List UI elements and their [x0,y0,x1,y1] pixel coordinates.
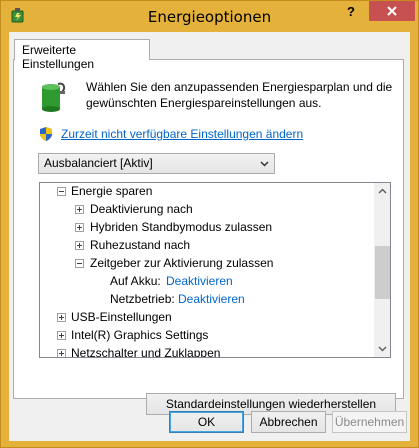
close-button[interactable] [369,1,415,21]
expand-icon[interactable] [75,241,84,250]
setting-value-auf-akku[interactable]: Deaktivieren [166,274,233,288]
expand-icon[interactable] [75,205,84,214]
collapse-icon[interactable] [75,259,84,268]
setting-label-auf-akku: Auf Akku: [110,274,161,288]
title-bar[interactable]: Energieoptionen ? [1,1,418,32]
setting-label-netzbetrieb: Netzbetrieb: [110,292,175,306]
tab-advanced-settings[interactable]: Erweiterte Einstellungen [14,39,150,71]
tree-scrollbar[interactable] [374,183,391,357]
uac-shield-icon [40,127,52,141]
expand-icon[interactable] [57,349,66,357]
apply-button[interactable]: Übernehmen [332,411,407,433]
scroll-down-icon[interactable] [374,340,391,357]
dialog-client-area: Erweiterte Einstellungen Wählen Sie den … [9,32,410,441]
scroll-thumb[interactable] [375,246,390,299]
battery-plan-icon [42,82,66,112]
setting-value-netzbetrieb[interactable]: Deaktivieren [178,292,245,306]
settings-tree[interactable]: Energie sparen Deaktivierung nach Hybrid… [39,182,391,358]
power-plan-dropdown[interactable]: Ausbalanciert [Aktiv] [38,153,275,174]
chevron-down-icon [260,161,269,167]
ok-button[interactable]: OK [169,411,244,433]
advanced-settings-panel: Wählen Sie den anzupassenden Energiespar… [13,59,404,415]
change-unavailable-settings-link[interactable]: Zurzeit nicht verfügbare Einstellungen ä… [61,127,303,141]
expand-icon[interactable] [75,223,84,232]
cancel-button[interactable]: Abbrechen [251,411,326,433]
expand-icon[interactable] [57,331,66,340]
collapse-icon[interactable] [57,187,66,196]
settings-tree-content: Energie sparen Deaktivierung nach Hybrid… [40,183,374,357]
power-plan-selected: Ausbalanciert [Aktiv] [44,156,153,170]
close-icon [387,6,397,16]
expand-icon[interactable] [57,313,66,322]
scroll-up-icon[interactable] [374,183,391,200]
power-options-window: Energieoptionen ? Erweiterte Einstellung… [0,0,419,448]
help-button[interactable]: ? [339,2,363,22]
description-text: Wählen Sie den anzupassenden Energiespar… [86,80,393,110]
